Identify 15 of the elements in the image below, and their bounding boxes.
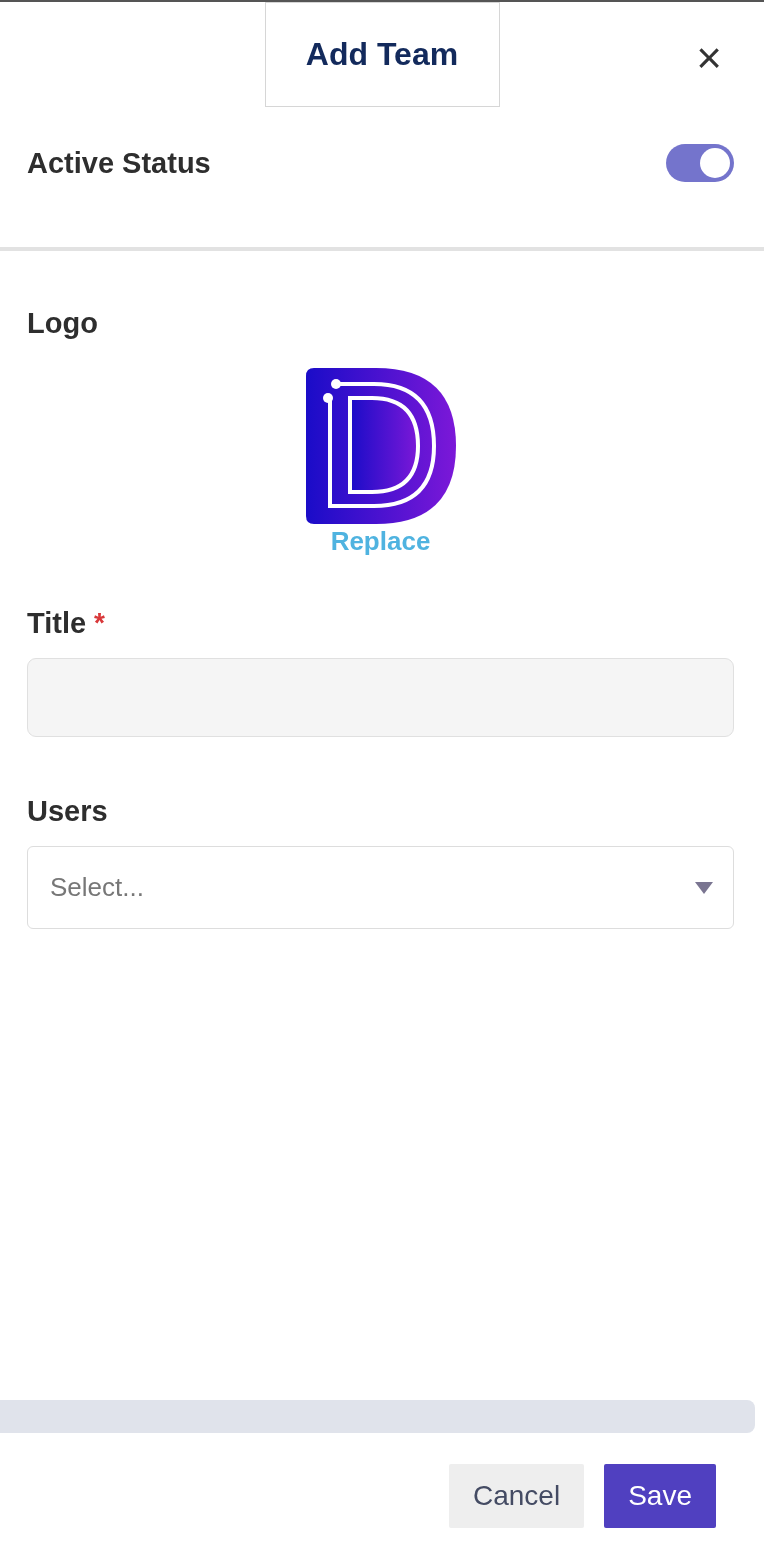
save-button[interactable]: Save (604, 1464, 716, 1528)
active-status-label: Active Status (27, 146, 211, 180)
title-input[interactable] (27, 658, 734, 737)
required-mark: * (94, 607, 105, 640)
dialog-title: Add Team (264, 2, 500, 107)
cancel-button[interactable]: Cancel (449, 1464, 585, 1528)
field-label: Title (27, 607, 87, 640)
close-button[interactable]: × (694, 40, 724, 76)
users-select[interactable]: Select... (27, 846, 734, 929)
active-status-toggle[interactable] (666, 144, 734, 182)
logo-icon (305, 368, 456, 524)
scrollbar[interactable] (0, 1400, 755, 1433)
caret-icon (695, 881, 713, 894)
logo-label: Logo (27, 307, 99, 340)
field-label: Users (27, 795, 108, 828)
